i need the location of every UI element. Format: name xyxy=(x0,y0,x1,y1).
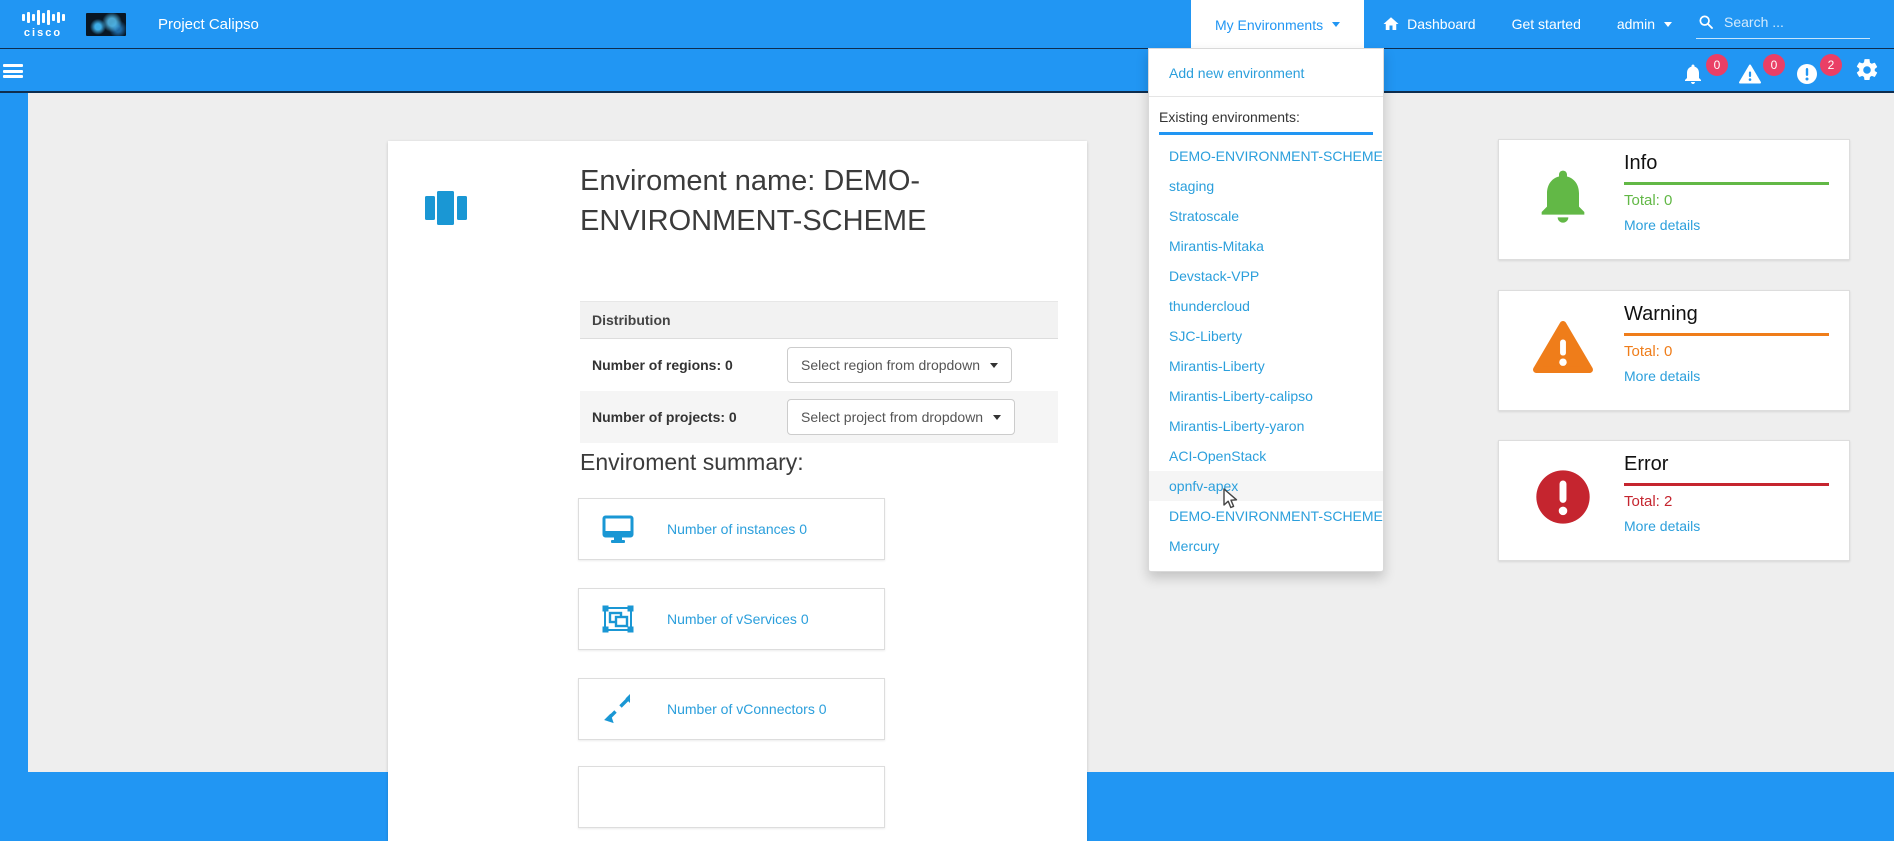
select-project-dropdown[interactable]: Select project from dropdown xyxy=(787,399,1015,435)
app-title: Project Calipso xyxy=(158,16,259,33)
errors-button[interactable]: 2 xyxy=(1795,54,1842,86)
toolbar-icons: 0 0 2 xyxy=(1671,53,1894,88)
summary-card-partial xyxy=(578,766,885,828)
instances-monitor-icon xyxy=(601,512,635,546)
hamburger-menu-icon[interactable] xyxy=(3,62,23,81)
my-environments-label: My Environments xyxy=(1215,17,1323,33)
environment-item[interactable]: thundercloud xyxy=(1149,291,1383,321)
chevron-down-icon xyxy=(1664,22,1672,27)
environment-item[interactable]: Stratoscale xyxy=(1149,201,1383,231)
environment-item[interactable]: ACI-OpenStack xyxy=(1149,441,1383,471)
dashboard-label: Dashboard xyxy=(1407,16,1476,32)
environment-item[interactable]: DEMO-ENVIRONMENT-SCHEME xyxy=(1149,141,1383,171)
top-navbar: cisco Project Calipso My Environments Da… xyxy=(0,0,1894,49)
environment-item[interactable]: SJC-Liberty xyxy=(1149,321,1383,351)
instances-summary-card[interactable]: Number of instances 0 xyxy=(578,498,885,560)
navbar-right: My Environments Dashboard Get started ad… xyxy=(1191,0,1894,48)
vconnectors-summary-card[interactable]: Number of vConnectors 0 xyxy=(578,678,885,740)
dropdown-underline xyxy=(1159,132,1373,135)
environment-item-hovered[interactable]: opnfv-apex xyxy=(1149,471,1383,501)
error-underline xyxy=(1624,483,1829,486)
environment-item[interactable]: Mirantis-Liberty-yaron xyxy=(1149,411,1383,441)
cisco-logo-bars xyxy=(22,9,65,26)
notifications-count-badge: 0 xyxy=(1706,54,1728,76)
regions-row: Number of regions: 0 Select region from … xyxy=(580,339,1058,391)
vservices-link[interactable]: Number of vServices 0 xyxy=(667,611,809,627)
warning-status-card: Warning Total: 0 More details xyxy=(1498,290,1850,411)
search-icon xyxy=(1698,14,1714,30)
environment-item[interactable]: Devstack-VPP xyxy=(1149,261,1383,291)
select-region-dropdown[interactable]: Select region from dropdown xyxy=(787,347,1012,383)
chevron-down-icon xyxy=(993,415,1001,420)
search-area xyxy=(1690,0,1894,48)
projects-label: Number of projects: 0 xyxy=(592,409,787,425)
distribution-header: Distribution xyxy=(580,301,1058,339)
warning-total: Total: 0 xyxy=(1624,343,1672,360)
bell-icon xyxy=(1681,62,1705,86)
vconnectors-link[interactable]: Number of vConnectors 0 xyxy=(667,701,827,717)
home-icon xyxy=(1382,15,1400,33)
info-more-details-link[interactable]: More details xyxy=(1624,217,1700,233)
environment-item[interactable]: Mirantis-Liberty-calipso xyxy=(1149,381,1383,411)
environment-card: Enviroment name: DEMO-ENVIRONMENT-SCHEME… xyxy=(388,141,1087,841)
gear-icon xyxy=(1854,57,1880,83)
info-title: Info xyxy=(1624,152,1657,175)
error-status-card: Error Total: 2 More details xyxy=(1498,440,1850,561)
environment-item[interactable]: DEMO-ENVIRONMENT-SCHEME xyxy=(1149,501,1383,531)
warning-triangle-icon xyxy=(1738,62,1762,86)
warning-underline xyxy=(1624,333,1829,336)
app-thumbnail-image xyxy=(86,13,126,36)
page-title: Enviroment name: DEMO-ENVIRONMENT-SCHEME xyxy=(580,161,1010,241)
user-label: admin xyxy=(1617,16,1655,32)
get-started-label: Get started xyxy=(1512,16,1581,32)
warning-triangle-icon xyxy=(1531,315,1595,379)
info-bell-icon xyxy=(1531,164,1595,228)
my-environments-menu[interactable]: My Environments xyxy=(1191,0,1364,49)
error-circle-icon xyxy=(1531,465,1595,529)
info-underline xyxy=(1624,182,1829,185)
instances-link[interactable]: Number of instances 0 xyxy=(667,521,807,537)
error-total: Total: 2 xyxy=(1624,493,1672,510)
notifications-button[interactable]: 0 xyxy=(1681,54,1728,86)
errors-count-badge: 2 xyxy=(1820,54,1842,76)
environment-item[interactable]: Mirantis-Mitaka xyxy=(1149,231,1383,261)
chevron-down-icon xyxy=(990,363,998,368)
nav-dashboard[interactable]: Dashboard xyxy=(1364,0,1494,48)
vconnectors-compress-icon xyxy=(601,692,635,726)
add-new-environment-link[interactable]: Add new environment xyxy=(1149,58,1383,88)
info-total: Total: 0 xyxy=(1624,192,1672,209)
environment-icon xyxy=(424,186,468,230)
brand-zone: cisco Project Calipso xyxy=(0,9,259,39)
environment-item[interactable]: Mercury xyxy=(1149,531,1383,561)
chevron-down-icon xyxy=(1332,22,1340,27)
warnings-button[interactable]: 0 xyxy=(1738,54,1785,86)
distribution-table: Distribution Number of regions: 0 Select… xyxy=(580,301,1058,443)
dropdown-divider xyxy=(1149,96,1383,97)
user-menu[interactable]: admin xyxy=(1599,0,1690,48)
cisco-logo: cisco xyxy=(20,9,66,39)
error-more-details-link[interactable]: More details xyxy=(1624,518,1700,534)
warning-title: Warning xyxy=(1624,303,1698,326)
environments-dropdown-menu: Add new environment Existing environment… xyxy=(1148,48,1384,572)
cisco-logo-text: cisco xyxy=(24,27,62,39)
search-input[interactable] xyxy=(1722,13,1856,31)
error-title: Error xyxy=(1624,453,1668,476)
select-region-label: Select region from dropdown xyxy=(801,357,980,373)
info-status-card: Info Total: 0 More details xyxy=(1498,139,1850,260)
nav-get-started[interactable]: Get started xyxy=(1494,0,1599,48)
toolbar: 0 0 2 xyxy=(0,49,1894,93)
warnings-count-badge: 0 xyxy=(1763,54,1785,76)
projects-row: Number of projects: 0 Select project fro… xyxy=(580,391,1058,443)
vservices-group-icon xyxy=(601,602,635,636)
warning-more-details-link[interactable]: More details xyxy=(1624,368,1700,384)
environment-item[interactable]: Mirantis-Liberty xyxy=(1149,351,1383,381)
summary-heading: Enviroment summary: xyxy=(580,449,804,476)
select-project-label: Select project from dropdown xyxy=(801,409,983,425)
existing-environments-label: Existing environments: xyxy=(1149,105,1383,125)
settings-button[interactable] xyxy=(1854,57,1880,88)
error-circle-icon xyxy=(1795,62,1819,86)
regions-label: Number of regions: 0 xyxy=(592,357,787,373)
vservices-summary-card[interactable]: Number of vServices 0 xyxy=(578,588,885,650)
environment-item[interactable]: staging xyxy=(1149,171,1383,201)
